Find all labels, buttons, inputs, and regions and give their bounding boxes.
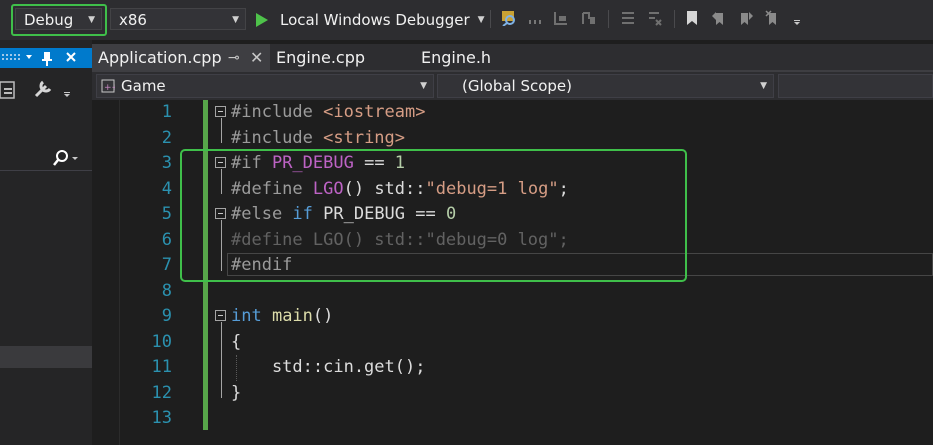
line-number: 5 [161, 204, 172, 224]
start-debugging-button[interactable]: Local Windows Debugger ▼ [256, 8, 485, 32]
toolbar-separator [490, 10, 491, 28]
code-token: std::cin.get(); [231, 357, 426, 377]
code-text: { [231, 330, 241, 355]
collapse-icon[interactable] [215, 106, 226, 117]
line-number: 9 [161, 306, 172, 326]
line-number: 2 [161, 127, 172, 148]
line-number: 13 [151, 408, 172, 428]
svg-text:++: ++ [104, 83, 115, 93]
scope-dropdown[interactable]: (Global Scope) ▼ [437, 74, 774, 98]
line-number: 8 [161, 280, 172, 301]
project-value: Game [121, 77, 166, 95]
document-tabs: Application.cpp ⊸ ✕ Engine.cpp Engine.h [92, 44, 933, 72]
close-icon[interactable]: ✕ [250, 44, 263, 72]
selected-tree-row[interactable] [0, 346, 92, 368]
panel-toolbar [0, 80, 70, 99]
project-icon: ++ [101, 79, 115, 93]
tab-label: Engine.h [421, 48, 492, 67]
project-dropdown[interactable]: ++ Game ▼ [96, 74, 434, 98]
play-icon [256, 13, 268, 27]
toolbar-options-icon[interactable] [792, 10, 802, 26]
next-bookmark-icon[interactable] [738, 10, 754, 26]
find-in-files-icon[interactable] [500, 10, 520, 26]
tab-label: Engine.cpp [276, 48, 366, 67]
line-number: 11 [151, 357, 172, 377]
code-token: } [231, 382, 242, 403]
tab-label: Application.cpp [98, 48, 222, 67]
code-line[interactable]: 8 [92, 279, 933, 304]
run-label: Local Windows Debugger [280, 11, 470, 29]
search-icon[interactable] [0, 148, 92, 168]
line-number: 12 [151, 382, 172, 403]
code-token: int [231, 306, 272, 326]
configuration-highlight [11, 4, 107, 36]
step-over-icon[interactable] [580, 10, 596, 26]
line-number: 3 [161, 153, 172, 173]
code-text: std::cin.get(); [231, 355, 426, 380]
previous-bookmark-icon[interactable] [711, 10, 727, 26]
toolbar-separator [674, 10, 675, 28]
code-token: #include [231, 127, 324, 148]
tab-engine-cpp[interactable]: Engine.cpp [270, 44, 415, 72]
navigation-bar: ++ Game ▼ (Global Scope) ▼ [92, 72, 933, 100]
code-token: #include [231, 102, 324, 122]
member-dropdown[interactable] [778, 74, 933, 98]
step-into-icon[interactable] [553, 10, 569, 26]
code-text: int main() [231, 304, 333, 329]
uncomment-icon[interactable] [647, 10, 663, 26]
line-number: 1 [161, 102, 172, 122]
code-text: #include <string> [231, 126, 405, 151]
code-line[interactable]: 13 [92, 406, 933, 431]
code-token: <iostream> [323, 102, 426, 122]
clear-bookmarks-icon[interactable] [765, 10, 781, 26]
chevron-down-icon: ▼ [477, 15, 485, 25]
tab-engine-h[interactable]: Engine.h [415, 44, 555, 72]
platform-dropdown[interactable]: x86 ▼ [110, 8, 246, 30]
code-text: #include <iostream> [231, 100, 425, 125]
indent-guide [236, 355, 237, 381]
line-number: 6 [161, 229, 172, 250]
comment-out-icon[interactable] [620, 10, 636, 26]
panel-divider [0, 170, 92, 171]
code-token: () [312, 306, 334, 326]
panel-title-bar [0, 48, 92, 68]
outline-guide [221, 117, 222, 143]
code-token: { [231, 331, 242, 352]
line-number: 4 [161, 178, 172, 199]
line-number: 7 [161, 255, 172, 275]
code-token: <string> [323, 127, 406, 148]
code-text: } [231, 381, 241, 406]
code-line[interactable]: 12} [92, 381, 933, 406]
platform-value: x86 [119, 11, 147, 29]
pin-icon[interactable]: ⊸ [228, 44, 240, 72]
panel-titlebar-controls [2, 52, 76, 66]
preprocessor-highlight [180, 149, 687, 282]
code-token: main [271, 306, 313, 326]
collapse-icon[interactable] [215, 310, 226, 321]
chevron-down-icon: ▼ [420, 81, 427, 91]
main-toolbar: Debug ▼ x86 ▼ Local Windows Debugger ▼ [0, 0, 933, 40]
solution-explorer-panel [0, 40, 92, 445]
code-line[interactable]: 11 std::cin.get(); [92, 355, 933, 380]
line-number: 10 [151, 331, 172, 352]
scope-value: (Global Scope) [462, 77, 573, 95]
outline-guide [221, 321, 222, 398]
chevron-down-icon: ▼ [232, 15, 239, 25]
code-line[interactable]: 9 int main() [92, 304, 933, 329]
code-line[interactable]: 2 #include <string> [92, 126, 933, 151]
bookmark-icon[interactable] [684, 10, 700, 26]
tab-application-cpp[interactable]: Application.cpp ⊸ ✕ [92, 44, 270, 72]
chevron-down-icon: ▼ [760, 81, 767, 91]
solution-config-icon[interactable] [527, 10, 543, 26]
code-line[interactable]: 10 { [92, 330, 933, 355]
code-line[interactable]: 1 #include <iostream> [92, 100, 933, 125]
toolbar-separator [608, 10, 609, 28]
